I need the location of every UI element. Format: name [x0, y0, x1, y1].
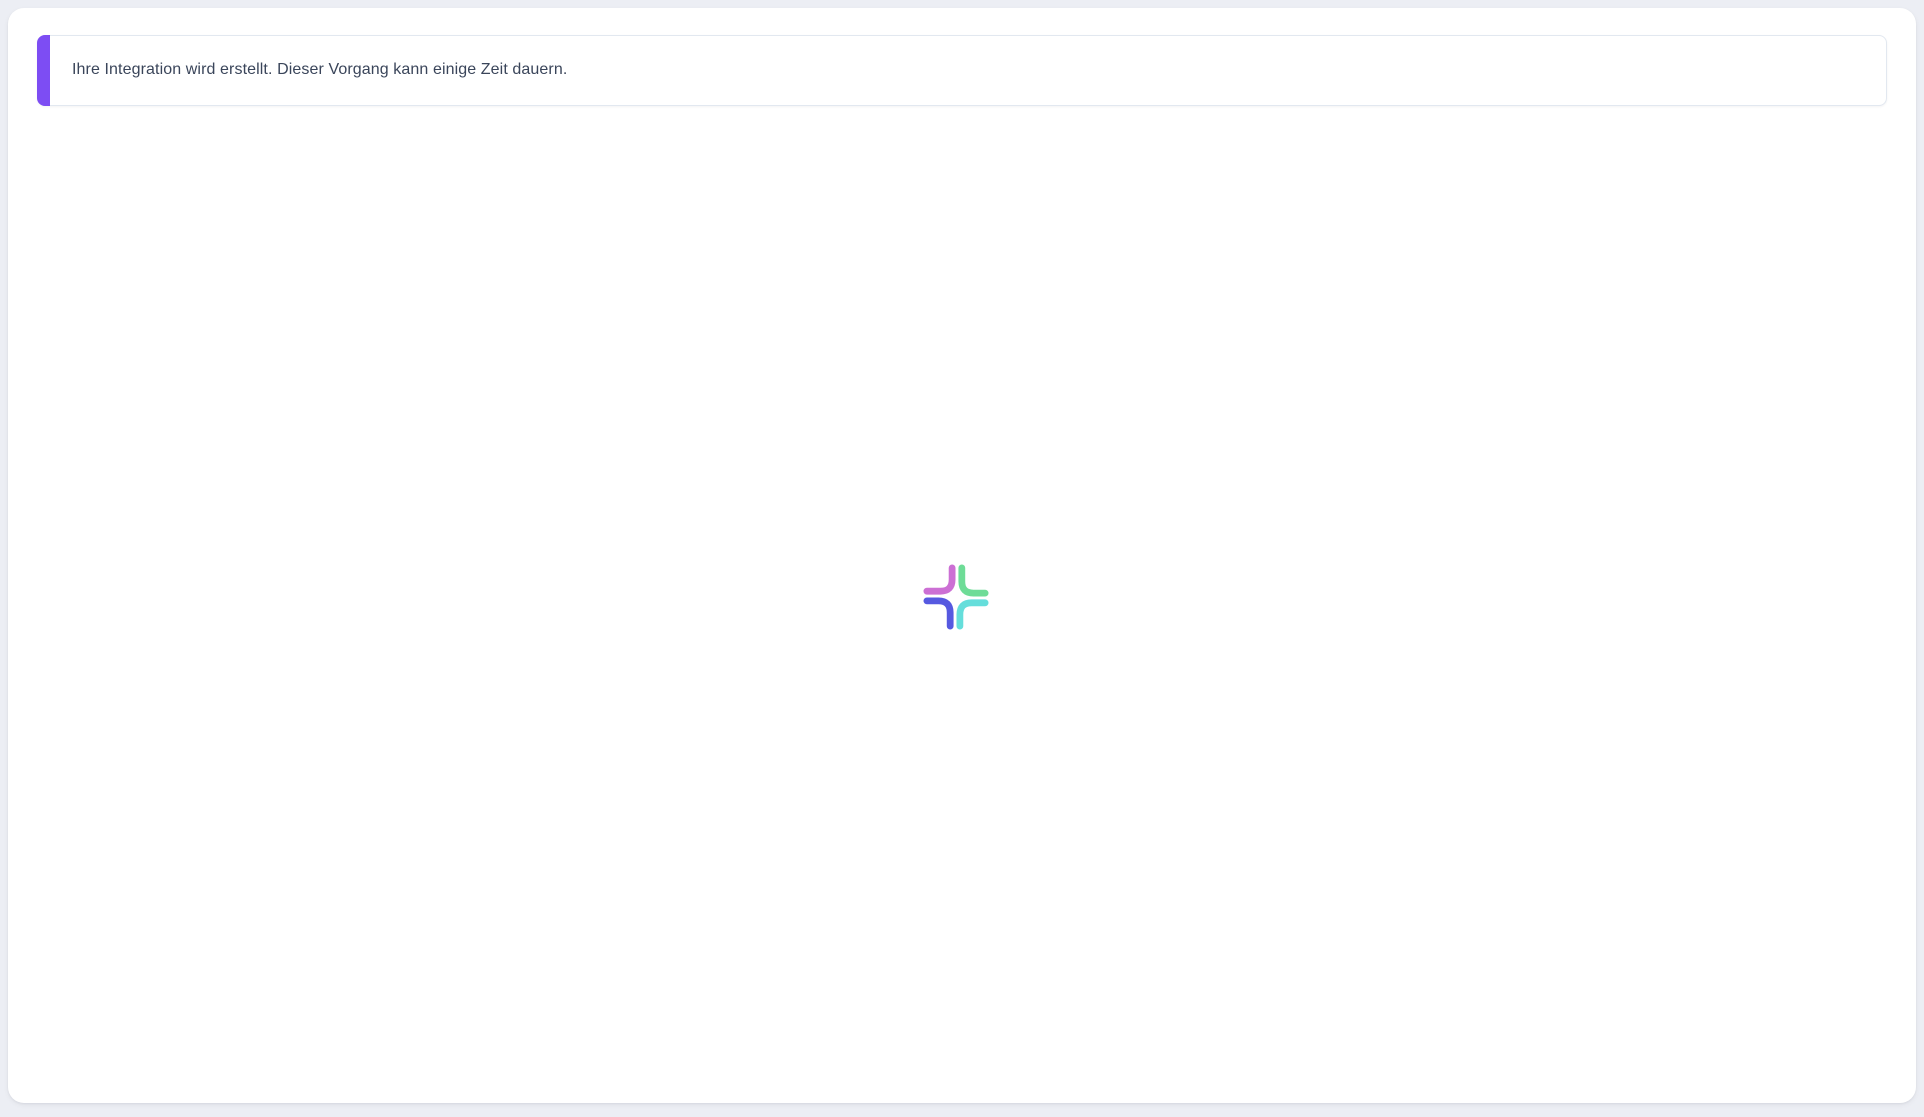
main-panel: Ihre Integration wird erstellt. Dieser V… [8, 8, 1916, 1103]
loading-spinner-icon [923, 564, 989, 630]
banner-message: Ihre Integration wird erstellt. Dieser V… [72, 59, 567, 81]
spinner-arm-bottom-left [927, 601, 950, 626]
spinner-arm-top-right [962, 568, 985, 593]
banner-accent-bar [37, 35, 50, 106]
spinner-arm-top-left [927, 568, 952, 591]
spinner-arm-bottom-right [960, 603, 985, 626]
info-banner: Ihre Integration wird erstellt. Dieser V… [37, 35, 1887, 106]
